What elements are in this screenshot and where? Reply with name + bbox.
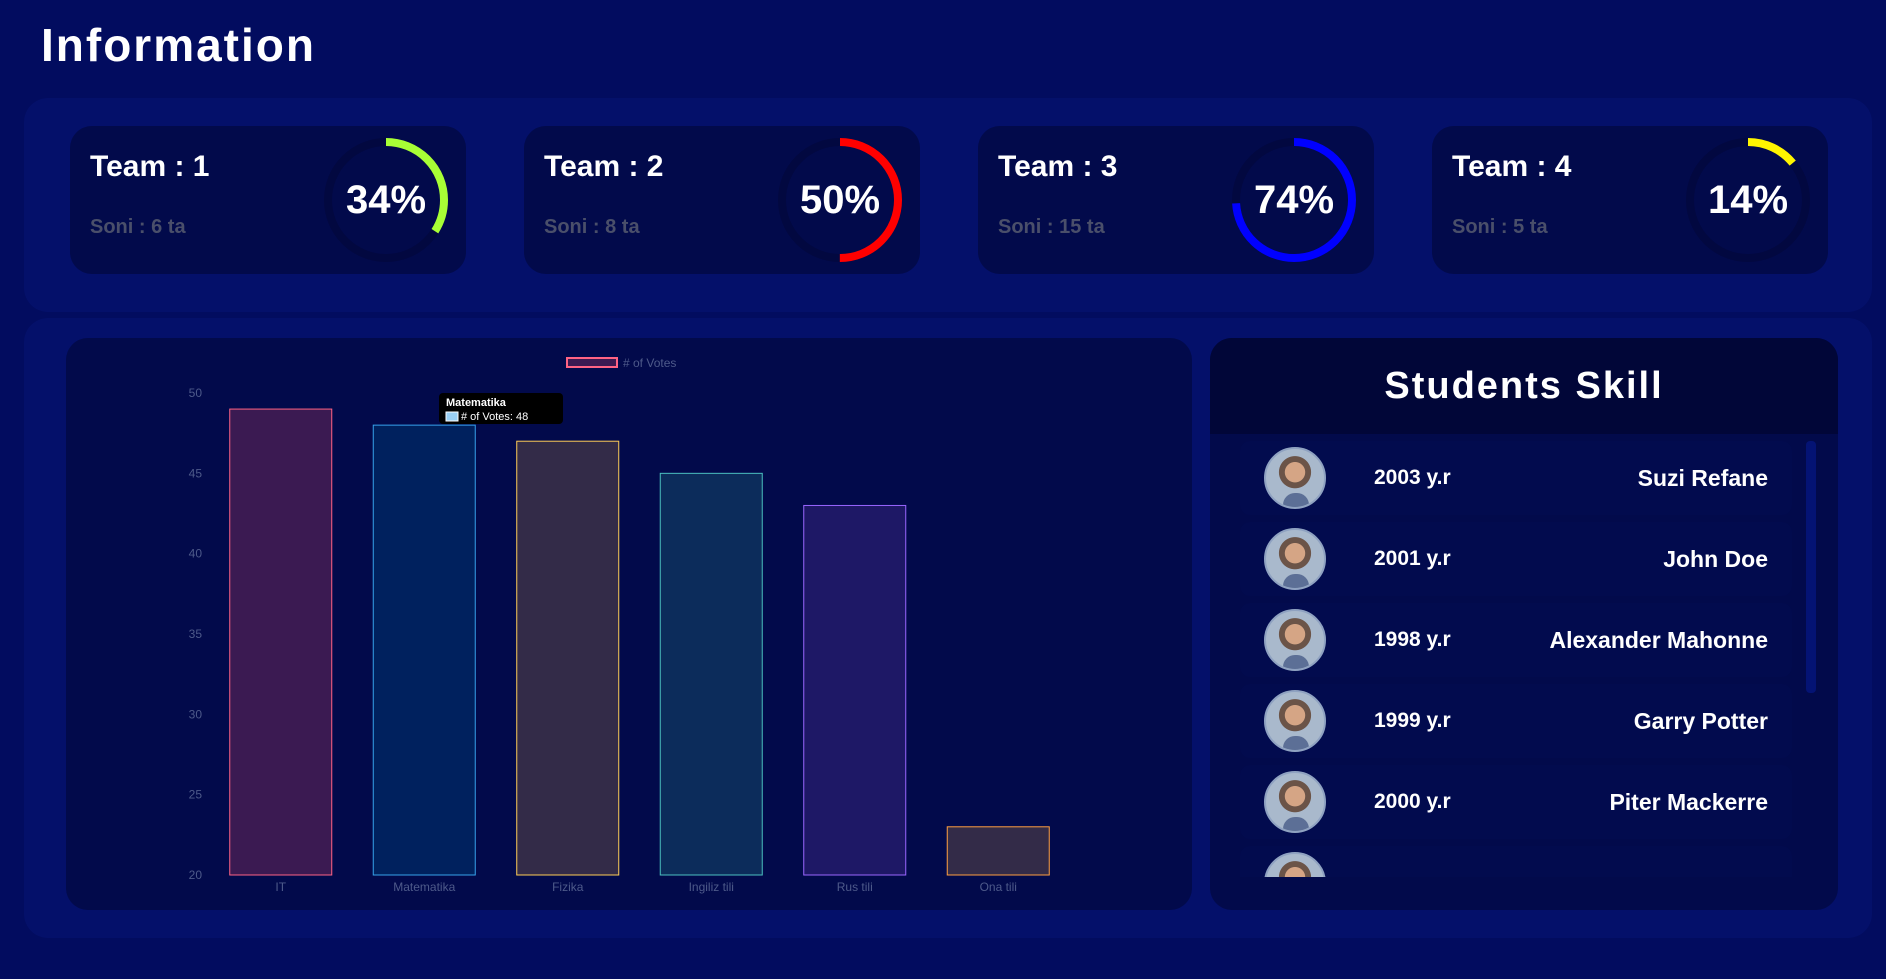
list-item[interactable]: 2001 y.r John Doe — [1240, 522, 1792, 596]
page-title: Information — [41, 19, 316, 71]
x-tick-label: Ingiliz tili — [689, 880, 734, 894]
team-percent: 14% — [1707, 177, 1789, 222]
bottom-panel: 20 25 30 35 40 45 50 IT Matematika Fizika Ingiliz … — [24, 318, 1872, 938]
team-count: Soni : 8 ta — [544, 216, 640, 238]
x-tick-label: Fizika — [552, 880, 584, 894]
student-name: Piter Mackerre — [1609, 789, 1768, 815]
avatar — [1264, 690, 1326, 752]
student-year: 2001 y.r — [1374, 547, 1451, 570]
y-tick-label: 25 — [189, 788, 203, 802]
team-card-1[interactable]: Team : 1 Soni : 6 ta 34% — [70, 126, 466, 274]
student-year: 2000 y.r — [1374, 790, 1451, 813]
team-percent: 34% — [345, 177, 427, 222]
chart-bar[interactable] — [372, 424, 476, 876]
y-tick-label: 30 — [189, 707, 203, 721]
x-tick-label: Ona tili — [980, 880, 1017, 894]
team-name: Team : 2 — [544, 150, 664, 183]
x-tick-label: IT — [275, 880, 286, 894]
avatar — [1264, 771, 1326, 833]
student-year: 1999 y.r — [1374, 709, 1451, 732]
students-skill-card: Students Skill 2003 y.r Suzi Refane 2001… — [1210, 338, 1838, 910]
team-count: Soni : 5 ta — [1452, 216, 1548, 238]
students-skill-title: Students Skill — [1210, 338, 1838, 434]
list-item[interactable]: 1998 y.r Alexander Mahonne — [1240, 603, 1792, 677]
team-count: Soni : 6 ta — [90, 216, 186, 238]
list-item[interactable]: 2003 y.r Suzi Refane — [1240, 441, 1792, 515]
tooltip-value: # of Votes: 48 — [461, 411, 528, 423]
y-tick-label: 20 — [189, 868, 203, 882]
avatar — [1264, 447, 1326, 509]
legend-label: # of Votes — [623, 356, 676, 370]
x-tick-label: Matematika — [393, 880, 455, 894]
team-card-3[interactable]: Team : 3 Soni : 15 ta 74% — [978, 126, 1374, 274]
team-name: Team : 3 — [998, 150, 1118, 183]
avatar — [1264, 528, 1326, 590]
student-name: Garry Potter — [1633, 708, 1768, 734]
team-card-2[interactable]: Team : 2 Soni : 8 ta 50% — [524, 126, 920, 274]
chart-bar[interactable] — [659, 472, 763, 876]
chart-bar[interactable] — [516, 440, 620, 876]
teams-panel: Team : 1 Soni : 6 ta 34% Team : 2 Soni :… — [24, 98, 1872, 312]
chart-bar[interactable] — [946, 826, 1050, 876]
student-name: Suzi Refane — [1637, 465, 1768, 491]
list-item[interactable]: 1999 y.r Garry Potter — [1240, 684, 1792, 758]
x-tick-label: Rus tili — [837, 880, 873, 894]
avatar — [1264, 852, 1326, 877]
team-count: Soni : 15 ta — [998, 216, 1105, 238]
y-tick-label: 45 — [189, 466, 203, 480]
avatar — [1264, 609, 1326, 671]
team-percent: 50% — [799, 177, 881, 222]
team-percent: 74% — [1253, 177, 1335, 222]
y-tick-label: 35 — [189, 627, 203, 641]
students-list[interactable]: 2003 y.r Suzi Refane 2001 y.r John Doe 1… — [1240, 441, 1792, 877]
y-tick-label: 50 — [189, 386, 203, 400]
student-year: 2003 y.r — [1374, 466, 1451, 489]
list-item[interactable] — [1240, 846, 1792, 877]
legend-swatch — [566, 357, 618, 368]
bar-chart[interactable]: 20 25 30 35 40 45 50 IT Matematika Fizika Ingiliz … — [66, 338, 1192, 910]
tooltip-title: Matematika — [446, 397, 507, 409]
chart-bar[interactable] — [803, 504, 907, 876]
team-card-4[interactable]: Team : 4 Soni : 5 ta 14% — [1432, 126, 1828, 274]
list-item[interactable]: 2000 y.r Piter Mackerre — [1240, 765, 1792, 839]
chart-bar[interactable] — [229, 408, 333, 876]
student-year: 1998 y.r — [1374, 628, 1451, 651]
student-name: Alexander Mahonne — [1549, 627, 1768, 653]
y-tick-label: 40 — [189, 547, 203, 561]
scrollbar[interactable] — [1806, 441, 1816, 693]
tooltip-swatch — [445, 411, 459, 422]
votes-chart[interactable]: 20 25 30 35 40 45 50 IT Matematika Fizika Ingiliz … — [66, 338, 1192, 910]
team-name: Team : 1 — [90, 150, 210, 183]
team-name: Team : 4 — [1452, 150, 1572, 183]
student-name: John Doe — [1663, 546, 1768, 572]
